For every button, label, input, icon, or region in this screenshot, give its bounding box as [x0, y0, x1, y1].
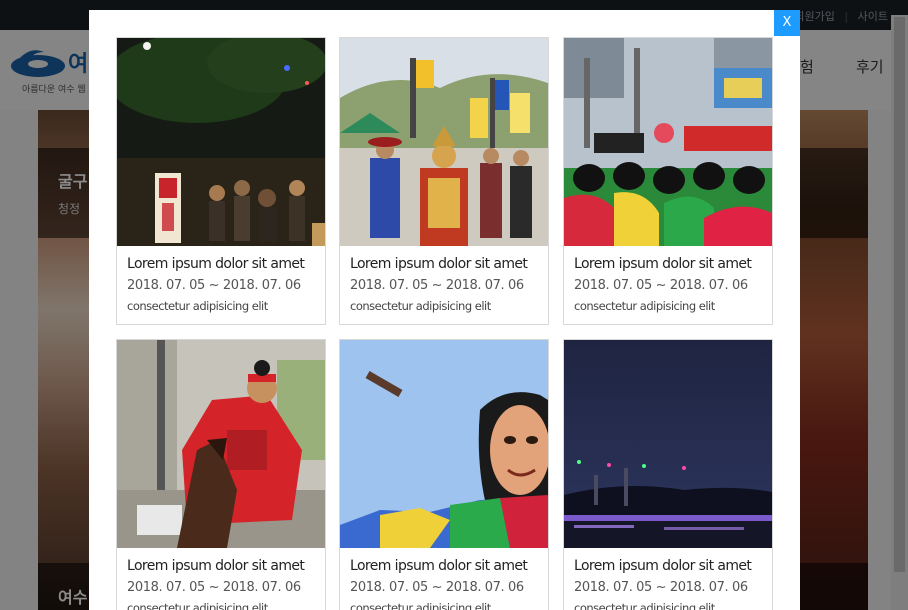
- night-parade-photo: [117, 38, 325, 246]
- card-description: consectetur adipisicing elit: [574, 299, 715, 313]
- card-description: consectetur adipisicing elit: [350, 601, 491, 610]
- horse-rider-red-robe-photo: [117, 340, 325, 548]
- close-button[interactable]: X: [774, 10, 800, 36]
- mask-dancer-sky-photo: [340, 340, 548, 548]
- card-date: 2018. 07. 05 ~ 2018. 07. 06: [574, 580, 748, 595]
- card-title: Lorem ipsum dolor sit amet: [574, 256, 752, 272]
- event-gallery-modal: X Lorem ipsum dolor sit amet 2018. 07. 0…: [89, 10, 800, 610]
- card-date: 2018. 07. 05 ~ 2018. 07. 06: [127, 278, 301, 293]
- card-description: consectetur adipisicing elit: [574, 601, 715, 610]
- armored-general-procession-photo: [340, 38, 548, 246]
- card-date: 2018. 07. 05 ~ 2018. 07. 06: [127, 580, 301, 595]
- event-card[interactable]: Lorem ipsum dolor sit amet 2018. 07. 05 …: [563, 37, 773, 325]
- card-description: consectetur adipisicing elit: [127, 299, 268, 313]
- card-date: 2018. 07. 05 ~ 2018. 07. 06: [350, 580, 524, 595]
- card-title: Lorem ipsum dolor sit amet: [127, 256, 305, 272]
- card-description: consectetur adipisicing elit: [350, 299, 491, 313]
- event-card[interactable]: Lorem ipsum dolor sit amet 2018. 07. 05 …: [339, 339, 549, 610]
- traditional-dancers-stage-photo: [564, 38, 772, 246]
- card-date: 2018. 07. 05 ~ 2018. 07. 06: [574, 278, 748, 293]
- card-title: Lorem ipsum dolor sit amet: [574, 558, 752, 574]
- event-card[interactable]: Lorem ipsum dolor sit amet 2018. 07. 05 …: [339, 37, 549, 325]
- card-description: consectetur adipisicing elit: [127, 601, 268, 610]
- card-title: Lorem ipsum dolor sit amet: [350, 558, 528, 574]
- event-card[interactable]: Lorem ipsum dolor sit amet 2018. 07. 05 …: [563, 339, 773, 610]
- card-title: Lorem ipsum dolor sit amet: [127, 558, 305, 574]
- card-title: Lorem ipsum dolor sit amet: [350, 256, 528, 272]
- night-bridge-lights-photo: [564, 340, 772, 548]
- event-card[interactable]: Lorem ipsum dolor sit amet 2018. 07. 05 …: [116, 339, 326, 610]
- event-card[interactable]: Lorem ipsum dolor sit amet 2018. 07. 05 …: [116, 37, 326, 325]
- card-date: 2018. 07. 05 ~ 2018. 07. 06: [350, 278, 524, 293]
